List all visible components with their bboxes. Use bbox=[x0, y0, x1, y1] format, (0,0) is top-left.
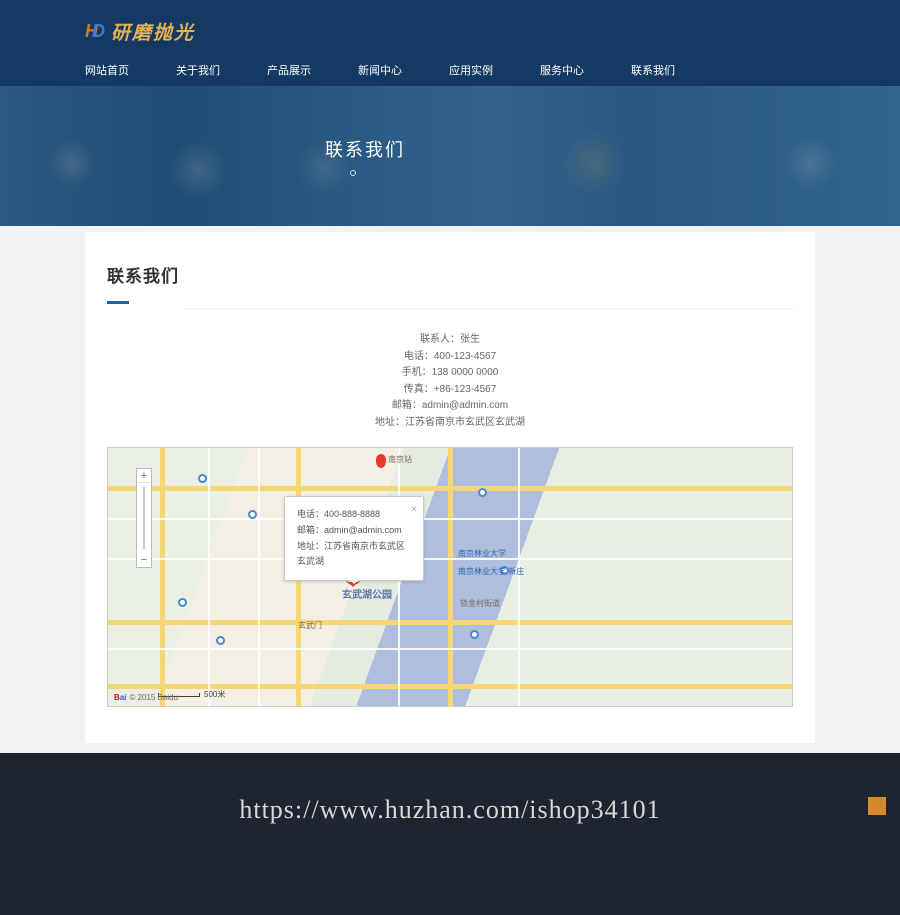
poi-icon[interactable] bbox=[216, 636, 225, 645]
logo-icon: HD bbox=[85, 21, 105, 42]
zoom-slider[interactable] bbox=[137, 483, 151, 553]
logo-text: 研磨抛光 bbox=[111, 18, 195, 45]
main-nav: 网站首页 关于我们 产品展示 新闻中心 应用实例 服务中心 联系我们 bbox=[85, 62, 815, 78]
nav-contact[interactable]: 联系我们 bbox=[631, 62, 675, 78]
title-underline-icon bbox=[107, 301, 129, 304]
gate-label: 玄武门 bbox=[298, 620, 322, 631]
hero-banner: 联系我们 bbox=[0, 86, 900, 226]
map-copyright: Bai © 2015 Baidu bbox=[114, 693, 178, 702]
poi-icon[interactable] bbox=[248, 510, 257, 519]
station-pin-icon[interactable] bbox=[376, 454, 386, 468]
uni-label-2: 南京林业大学 新庄 bbox=[458, 566, 524, 577]
zoom-out-button[interactable]: − bbox=[137, 553, 151, 567]
nav-about[interactable]: 关于我们 bbox=[176, 62, 220, 78]
popup-phone: 电话：400-888-8888 bbox=[297, 507, 411, 523]
poi-icon[interactable] bbox=[478, 488, 487, 497]
area-label: 锁金村街道 bbox=[460, 598, 500, 609]
section-title: 联系我们 bbox=[107, 262, 793, 287]
nav-service[interactable]: 服务中心 bbox=[540, 62, 584, 78]
poi-icon[interactable] bbox=[198, 474, 207, 483]
contact-mobile: 手机：138 0000 0000 bbox=[107, 365, 793, 382]
contact-email: 邮箱：admin@admin.com bbox=[107, 398, 793, 415]
contact-person: 联系人：张生 bbox=[107, 332, 793, 349]
hero-title: 联系我们 bbox=[85, 136, 815, 162]
title-divider bbox=[185, 308, 793, 309]
nav-cases[interactable]: 应用实例 bbox=[449, 62, 493, 78]
nav-news[interactable]: 新闻中心 bbox=[358, 62, 402, 78]
contact-phone: 电话：400-123-4567 bbox=[107, 349, 793, 366]
baidu-logo-icon: Bai bbox=[114, 693, 126, 702]
map[interactable]: 南京站 玄武湖公园 玄武门 南京林业大学 南京林业大学 新庄 锁金村街道 × 电… bbox=[107, 447, 793, 707]
uni-label-1: 南京林业大学 bbox=[458, 548, 506, 559]
station-label: 南京站 bbox=[388, 454, 412, 465]
hero-dot-icon bbox=[350, 170, 356, 176]
logo[interactable]: HD 研磨抛光 bbox=[85, 0, 815, 45]
poi-icon[interactable] bbox=[178, 598, 187, 607]
zoom-in-button[interactable]: + bbox=[137, 469, 151, 483]
poi-icon[interactable] bbox=[470, 630, 479, 639]
map-popup: × 电话：400-888-8888 邮箱：admin@admin.com 地址：… bbox=[284, 496, 424, 581]
nav-home[interactable]: 网站首页 bbox=[85, 62, 129, 78]
contact-info: 联系人：张生 电话：400-123-4567 手机：138 0000 0000 … bbox=[107, 332, 793, 431]
footer: https://www.huzhan.com/ishop34101 bbox=[0, 753, 900, 915]
contact-fax: 传真：+86-123-4567 bbox=[107, 382, 793, 399]
footer-url: https://www.huzhan.com/ishop34101 bbox=[0, 795, 900, 825]
popup-email: 邮箱：admin@admin.com bbox=[297, 523, 411, 539]
contact-address: 地址：江苏省南京市玄武区玄武湖 bbox=[107, 415, 793, 432]
content-card: 联系我们 联系人：张生 电话：400-123-4567 手机：138 0000 … bbox=[85, 232, 815, 743]
nav-products[interactable]: 产品展示 bbox=[267, 62, 311, 78]
header: HD 研磨抛光 网站首页 关于我们 产品展示 新闻中心 应用实例 服务中心 联系… bbox=[0, 0, 900, 86]
popup-close-icon[interactable]: × bbox=[411, 501, 417, 519]
map-zoom-control: + − bbox=[136, 468, 152, 568]
popup-address: 地址：江苏省南京市玄武区玄武湖 bbox=[297, 539, 411, 571]
back-to-top-button[interactable] bbox=[868, 797, 886, 815]
